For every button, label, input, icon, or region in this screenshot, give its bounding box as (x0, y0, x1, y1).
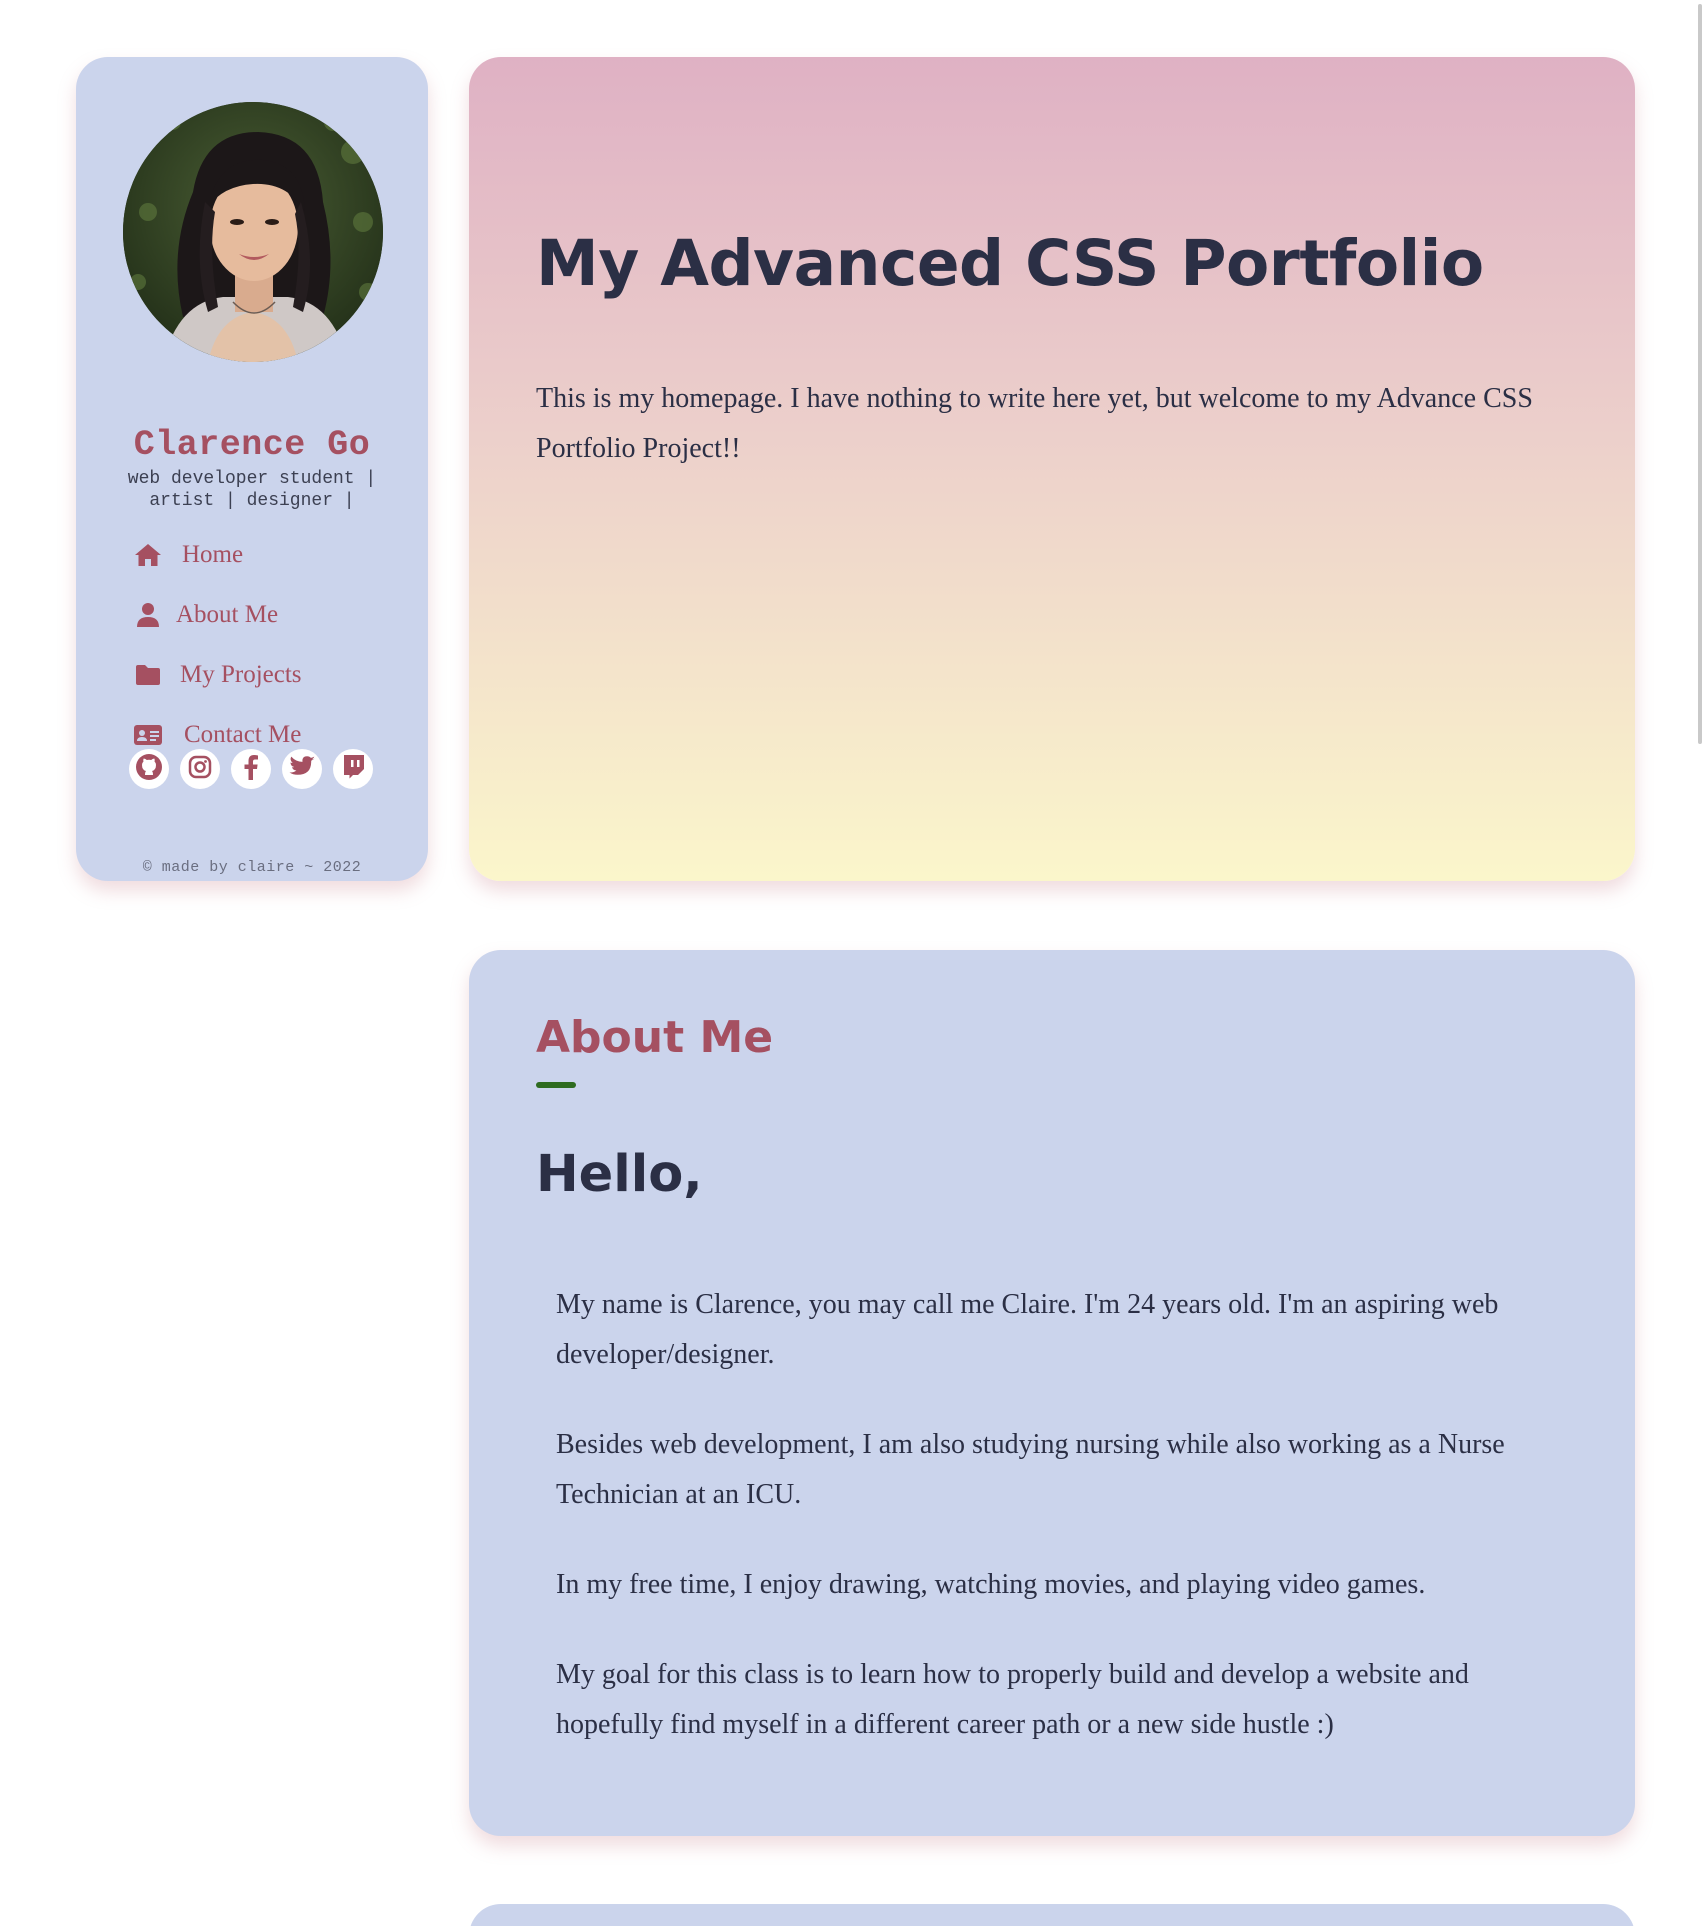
about-paragraph: My goal for this class is to learn how t… (556, 1659, 1469, 1740)
github-link[interactable] (129, 749, 169, 789)
avatar-image (123, 102, 383, 362)
nav-item-about[interactable]: About Me (132, 595, 278, 635)
nav-label-contact: Contact Me (184, 721, 302, 748)
about-paragraph: Besides web development, I am also study… (556, 1429, 1505, 1510)
hero-text: This is my homepage. I have nothing to w… (536, 383, 1533, 464)
home-icon (132, 539, 164, 571)
nav-item-projects[interactable]: My Projects (132, 655, 302, 695)
next-section (469, 1904, 1635, 1926)
profile-tagline: web developer student | artist | designe… (127, 469, 377, 511)
nav-label-about: About Me (176, 601, 279, 628)
about-section: About Me Hello, My name is Clarence, you… (469, 950, 1635, 1836)
nav-label-projects: My Projects (180, 661, 302, 688)
nav-item-home[interactable]: Home (132, 535, 243, 575)
twitch-link[interactable] (333, 749, 373, 789)
profile-name: Clarence Go (133, 425, 371, 465)
instagram-icon (187, 754, 213, 785)
page-title: My Advanced CSS Portfolio (536, 227, 1484, 300)
page-scrollbar[interactable] (1694, 0, 1704, 1926)
folder-icon (132, 659, 164, 691)
hero-section: My Advanced CSS Portfolio This is my hom… (469, 57, 1635, 881)
about-paragraph: My name is Clarence, you may call me Cla… (556, 1289, 1499, 1370)
user-icon (132, 599, 164, 631)
nav-label-home: Home (182, 541, 244, 568)
contact-card-icon (132, 719, 164, 751)
twitter-link[interactable] (282, 749, 322, 789)
copyright-text: © made by claire ~ 2022 (142, 859, 362, 876)
facebook-link[interactable] (231, 749, 271, 789)
social-links (129, 749, 379, 791)
facebook-icon (241, 753, 261, 786)
scrollbar-thumb[interactable] (1698, 4, 1702, 744)
heading-underline (536, 1082, 576, 1088)
avatar (123, 102, 383, 362)
twitch-icon (340, 753, 366, 786)
about-greeting: Hello, (536, 1145, 703, 1204)
twitter-icon (288, 755, 316, 784)
about-paragraph: In my free time, I enjoy drawing, watchi… (556, 1569, 1426, 1600)
about-heading: About Me (536, 1012, 774, 1063)
about-text: My name is Clarence, you may call me Cla… (556, 1280, 1566, 1790)
sidebar: Clarence Go web developer student | arti… (76, 57, 428, 881)
instagram-link[interactable] (180, 749, 220, 789)
github-icon (135, 753, 163, 786)
